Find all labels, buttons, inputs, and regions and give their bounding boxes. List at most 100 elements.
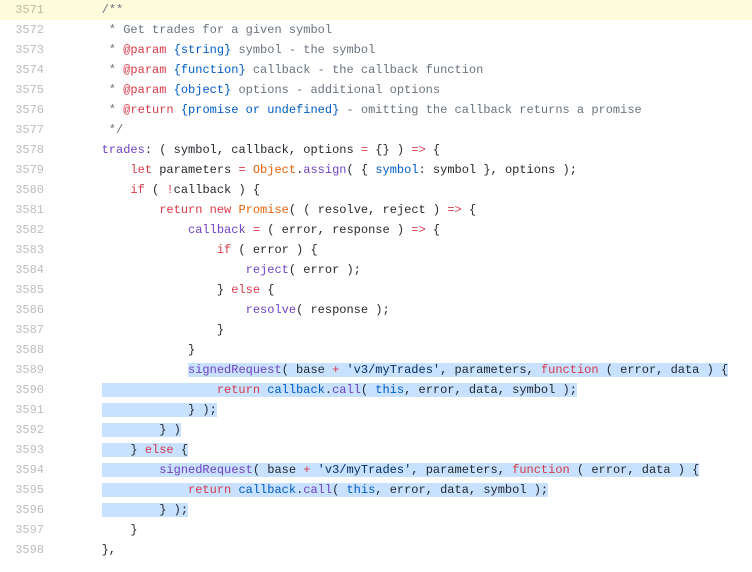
code-line[interactable]: 3579 let parameters = Object.assign( { s… (0, 160, 752, 180)
code-content[interactable]: callback = ( error, response ) => { (44, 220, 752, 240)
code-token: return (188, 483, 231, 497)
code-content[interactable]: } ); (44, 500, 752, 520)
code-content[interactable]: * @return {promise or undefined} - omitt… (44, 100, 752, 120)
line-number[interactable]: 3585 (0, 280, 44, 300)
code-content[interactable]: } else { (44, 440, 752, 460)
line-number[interactable]: 3590 (0, 380, 44, 400)
line-number[interactable]: 3587 (0, 320, 44, 340)
code-content[interactable]: signedRequest( base + 'v3/myTrades', par… (44, 360, 752, 380)
code-line[interactable]: 3590 return callback.call( this, error, … (0, 380, 752, 400)
code-content[interactable]: trades: ( symbol, callback, options = {}… (44, 140, 752, 160)
line-number[interactable]: 3571 (0, 0, 44, 20)
code-line[interactable]: 3573 * @param {string} symbol - the symb… (0, 40, 752, 60)
code-token: this (346, 483, 375, 497)
line-number[interactable]: 3572 (0, 20, 44, 40)
line-number[interactable]: 3588 (0, 340, 44, 360)
code-content[interactable]: /** (44, 0, 752, 20)
code-content[interactable]: * @param {string} symbol - the symbol (44, 40, 752, 60)
code-token: ( base (282, 363, 332, 377)
code-content[interactable]: } (44, 320, 752, 340)
code-content[interactable]: * @param {function} callback - the callb… (44, 60, 752, 80)
code-content[interactable]: return callback.call( this, error, data,… (44, 480, 752, 500)
code-token (174, 103, 181, 117)
code-line[interactable]: 3578 trades: ( symbol, callback, options… (0, 140, 752, 160)
code-line[interactable]: 3598 }, (0, 540, 752, 560)
code-line[interactable]: 3577 */ (0, 120, 752, 140)
line-number[interactable]: 3596 (0, 500, 44, 520)
line-number[interactable]: 3575 (0, 80, 44, 100)
code-content[interactable]: } ) (44, 420, 752, 440)
code-token (166, 63, 173, 77)
code-content[interactable]: */ (44, 120, 752, 140)
line-number[interactable]: 3593 (0, 440, 44, 460)
code-line[interactable]: 3584 reject( error ); (0, 260, 752, 280)
line-number[interactable]: 3592 (0, 420, 44, 440)
code-token: , (217, 143, 231, 157)
code-token: {string} (174, 43, 232, 57)
line-number[interactable]: 3582 (0, 220, 44, 240)
line-number[interactable]: 3589 (0, 360, 44, 380)
code-line[interactable]: 3571 /** (0, 0, 752, 20)
code-line[interactable]: 3597 } (0, 520, 752, 540)
code-line[interactable]: 3572 * Get trades for a given symbol (0, 20, 752, 40)
code-token: ( error ); (289, 263, 361, 277)
code-line[interactable]: 3588 } (0, 340, 752, 360)
code-token: trades (102, 143, 145, 157)
code-content[interactable]: return new Promise( ( resolve, reject ) … (44, 200, 752, 220)
code-content[interactable]: if ( error ) { (44, 240, 752, 260)
code-line[interactable]: 3596 } ); (0, 500, 752, 520)
line-number[interactable]: 3584 (0, 260, 44, 280)
code-line[interactable]: 3594 signedRequest( base + 'v3/myTrades'… (0, 460, 752, 480)
line-number[interactable]: 3577 (0, 120, 44, 140)
code-line[interactable]: 3574 * @param {function} callback - the … (0, 60, 752, 80)
code-line[interactable]: 3589 signedRequest( base + 'v3/myTrades'… (0, 360, 752, 380)
code-content[interactable]: } (44, 340, 752, 360)
line-number[interactable]: 3597 (0, 520, 44, 540)
line-number[interactable]: 3573 (0, 40, 44, 60)
line-number[interactable]: 3576 (0, 100, 44, 120)
code-line[interactable]: 3585 } else { (0, 280, 752, 300)
code-view[interactable]: 3571 /**3572 * Get trades for a given sy… (0, 0, 752, 560)
line-number[interactable]: 3598 (0, 540, 44, 560)
code-line[interactable]: 3591 } ); (0, 400, 752, 420)
code-line[interactable]: 3580 if ( !callback ) { (0, 180, 752, 200)
line-number[interactable]: 3595 (0, 480, 44, 500)
code-content[interactable]: resolve( response ); (44, 300, 752, 320)
code-content[interactable]: signedRequest( base + 'v3/myTrades', par… (44, 460, 752, 480)
line-number[interactable]: 3580 (0, 180, 44, 200)
code-content[interactable]: reject( error ); (44, 260, 752, 280)
code-token: , (289, 143, 303, 157)
line-number[interactable]: 3594 (0, 460, 44, 480)
code-content[interactable]: return callback.call( this, error, data,… (44, 380, 752, 400)
code-content[interactable]: let parameters = Object.assign( { symbol… (44, 160, 752, 180)
code-token: callback (188, 223, 246, 237)
line-number[interactable]: 3591 (0, 400, 44, 420)
code-content[interactable]: } ); (44, 400, 752, 420)
code-token: resolve (318, 203, 368, 217)
code-line[interactable]: 3583 if ( error ) { (0, 240, 752, 260)
line-number[interactable]: 3586 (0, 300, 44, 320)
code-line[interactable]: 3595 return callback.call( this, error, … (0, 480, 752, 500)
code-line[interactable]: 3586 resolve( response ); (0, 300, 752, 320)
code-token: ) { (671, 463, 700, 477)
line-number[interactable]: 3581 (0, 200, 44, 220)
code-line[interactable]: 3587 } (0, 320, 752, 340)
line-number[interactable]: 3578 (0, 140, 44, 160)
line-number[interactable]: 3583 (0, 240, 44, 260)
code-content[interactable]: }, (44, 540, 752, 560)
code-line[interactable]: 3592 } ) (0, 420, 752, 440)
code-line[interactable]: 3593 } else { (0, 440, 752, 460)
code-token: symbol - the symbol (231, 43, 375, 57)
line-number[interactable]: 3579 (0, 160, 44, 180)
code-content[interactable]: * @param {object} options - additional o… (44, 80, 752, 100)
code-token (102, 383, 217, 397)
code-line[interactable]: 3582 callback = ( error, response ) => { (0, 220, 752, 240)
code-content[interactable]: } (44, 520, 752, 540)
code-content[interactable]: * Get trades for a given symbol (44, 20, 752, 40)
code-content[interactable]: if ( !callback ) { (44, 180, 752, 200)
code-line[interactable]: 3581 return new Promise( ( resolve, reje… (0, 200, 752, 220)
code-content[interactable]: } else { (44, 280, 752, 300)
code-line[interactable]: 3576 * @return {promise or undefined} - … (0, 100, 752, 120)
line-number[interactable]: 3574 (0, 60, 44, 80)
code-line[interactable]: 3575 * @param {object} options - additio… (0, 80, 752, 100)
